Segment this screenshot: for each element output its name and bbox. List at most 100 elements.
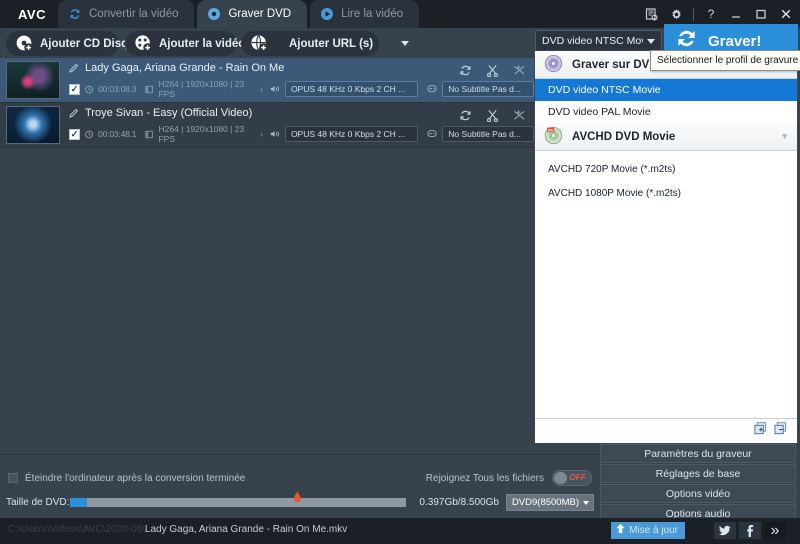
video-meta-line: ✓ 00:03:48.1 H264 | 1920x1080 | 23 FPS ›… — [69, 124, 534, 144]
tab-label: Graver DVD — [228, 8, 292, 20]
table-row[interactable]: Troye Sivan - Easy (Official Video) ✓ 00… — [0, 103, 534, 147]
output-path-directory: C:\Users\Videos\AVC\2020-06\ — [8, 524, 145, 535]
scissors-icon[interactable] — [486, 109, 499, 122]
play-icon — [320, 7, 334, 21]
add-url-label: Ajouter URL (s) — [289, 37, 374, 50]
dropdown-item-label: AVCHD 720P Movie (*.m2ts) — [548, 163, 676, 175]
video-checkbox[interactable]: ✓ — [69, 128, 80, 140]
video-thumbnail — [6, 106, 60, 144]
dropdown-footer — [535, 418, 797, 443]
shutdown-checkbox[interactable] — [8, 473, 18, 483]
settings-button-group: Paramètres du graveur Réglages de base O… — [600, 444, 796, 524]
edit-pencil-icon[interactable] — [69, 108, 79, 118]
film-icon — [145, 130, 154, 138]
effect-icon[interactable] — [513, 64, 526, 77]
rotate-icon[interactable] — [459, 109, 472, 122]
effect-icon[interactable] — [513, 109, 526, 122]
dropdown-item-avchd-1080p[interactable]: AVCHD 1080P Movie (*.m2ts) — [535, 181, 797, 205]
burner-settings-button[interactable]: Paramètres du graveur — [600, 444, 796, 463]
audio-track-select[interactable]: OPUS 48 KHz 0 Kbps 2 CH ... — [284, 126, 419, 142]
burn-profile-value: DVD video NTSC Movie — [542, 35, 643, 47]
facebook-icon[interactable] — [739, 522, 761, 539]
tab-play-video[interactable]: Lire la vidéo — [310, 0, 420, 28]
edit-pencil-icon[interactable] — [69, 63, 79, 73]
more-button[interactable]: » — [764, 522, 786, 539]
row-actions — [459, 64, 526, 77]
toggle-knob — [554, 472, 567, 484]
rotate-icon[interactable] — [459, 64, 472, 77]
bottom-panel: Éteindre l'ordinateur après la conversio… — [0, 454, 600, 518]
tab-burn-dvd[interactable]: Graver DVD — [197, 0, 308, 28]
video-options-button[interactable]: Options vidéo — [600, 484, 796, 503]
disc-type-value: DVD9(8500MB) — [511, 496, 579, 508]
tab-convert-video[interactable]: Convertir la vidéo — [58, 0, 195, 28]
subtitle-select[interactable]: No Subtitle Pas d... — [442, 126, 534, 142]
dropdown-item-dvd-ntsc[interactable]: DVD video NTSC Movie — [535, 79, 797, 101]
add-profile-icon[interactable] — [754, 422, 767, 440]
maximize-button[interactable] — [753, 6, 769, 22]
dropdown-group-label: AVCHD DVD Movie — [572, 130, 676, 143]
burn-button-label: Graver! — [708, 32, 762, 50]
basic-settings-button[interactable]: Réglages de base — [600, 464, 796, 483]
video-checkbox[interactable]: ✓ — [69, 83, 80, 95]
dropdown-item-avchd-720p[interactable]: AVCHD 720P Movie (*.m2ts) — [535, 157, 797, 181]
chevron-down-icon[interactable]: ▾ — [782, 131, 787, 142]
dvd-size-slider[interactable] — [70, 489, 407, 507]
chevron-right-icon: › — [260, 129, 263, 139]
dropdown-item-dvd-pal[interactable]: DVD video PAL Movie — [535, 101, 797, 123]
update-button[interactable]: Mise à jour — [611, 522, 685, 539]
chevron-down-icon — [583, 500, 589, 505]
table-row[interactable]: Lady Gaga, Ariana Grande - Rain On Me ✓ … — [0, 58, 534, 102]
app-logo: AVC — [18, 6, 46, 22]
clock-icon — [85, 130, 93, 138]
remove-profile-icon[interactable] — [774, 422, 787, 440]
audio-icon — [270, 86, 279, 92]
main-tabs: Convertir la vidéo Graver DVD Lire la vi… — [58, 0, 422, 28]
status-bar: C:\Users\Videos\AVC\2020-06\Lady Gaga, A… — [0, 518, 800, 544]
dropdown-scroll-area: Graver sur DVD ▾ DVD video NTSC Movie DV… — [535, 51, 797, 418]
video-duration: 00:03:48.1 — [98, 129, 137, 139]
output-path-file: Lady Gaga, Ariana Grande - Rain On Me.mk… — [144, 524, 348, 535]
dvd-size-text: 0.397Gb/8.500Gb — [419, 496, 499, 508]
globe-add-icon — [250, 34, 269, 53]
burn-profile-select[interactable]: DVD video NTSC Movie — [535, 30, 662, 52]
audio-icon — [270, 131, 279, 137]
disc-type-select[interactable]: DVD9(8500MB) — [505, 493, 594, 511]
subtitle-select[interactable]: No Subtitle Pas d... — [442, 81, 534, 97]
chevron-down-icon[interactable] — [401, 41, 410, 46]
convert-icon — [68, 7, 82, 21]
preview-icon[interactable] — [643, 6, 659, 22]
audio-track-select[interactable]: OPUS 48 KHz 0 Kbps 2 CH ... — [284, 81, 419, 97]
application-window: AVC Convertir la vidéo Graver DVD Lire l… — [0, 0, 800, 544]
join-files-toggle[interactable]: OFF — [552, 470, 592, 486]
add-cd-disc-button[interactable]: Ajouter CD Disque — [6, 31, 160, 56]
flame-marker-icon[interactable] — [292, 489, 303, 509]
tab-label: Lire la vidéo — [341, 8, 404, 20]
help-button[interactable]: ? — [703, 6, 719, 22]
join-files-label: Rejoignez Tous les fichiers — [425, 472, 544, 484]
disc-icon — [207, 7, 221, 21]
upload-arrow-icon — [615, 523, 626, 538]
svg-text:HD: HD — [548, 127, 554, 132]
twitter-icon[interactable] — [714, 522, 736, 539]
dvd-size-row: Taille de DVD: 0.397Gb/8.500Gb DVD9(8500… — [0, 489, 600, 512]
add-url-button[interactable]: Ajouter URL (s) — [241, 31, 410, 56]
shutdown-label: Éteindre l'ordinateur après la conversio… — [25, 472, 246, 484]
gear-icon[interactable] — [668, 6, 684, 22]
add-video-button[interactable]: Ajouter la vidéo (s) — [125, 31, 263, 56]
close-button[interactable] — [778, 6, 794, 22]
scissors-icon[interactable] — [486, 64, 499, 77]
subtitle-icon — [427, 130, 437, 137]
clock-icon — [85, 85, 93, 93]
dropdown-group-label: Graver sur DVD — [572, 58, 658, 71]
profile-tooltip: Sélectionner le profil de gravure — [650, 50, 800, 71]
video-meta-line: ✓ 00:03:08.3 H264 | 1920x1080 | 23 FPS ›… — [69, 79, 534, 99]
shutdown-row: Éteindre l'ordinateur après la conversio… — [0, 468, 600, 488]
video-codec-info: H264 | 1920x1080 | 23 FPS — [158, 79, 245, 99]
dropdown-group-avchd[interactable]: HD AVCHD DVD Movie ▾ — [535, 123, 797, 151]
video-title: Lady Gaga, Ariana Grande - Rain On Me — [85, 62, 285, 74]
minimize-button[interactable] — [728, 6, 744, 22]
video-codec-info: H264 | 1920x1080 | 23 FPS — [158, 124, 245, 144]
cd-disc-add-icon — [15, 34, 34, 53]
video-list: Lady Gaga, Ariana Grande - Rain On Me ✓ … — [0, 58, 534, 454]
